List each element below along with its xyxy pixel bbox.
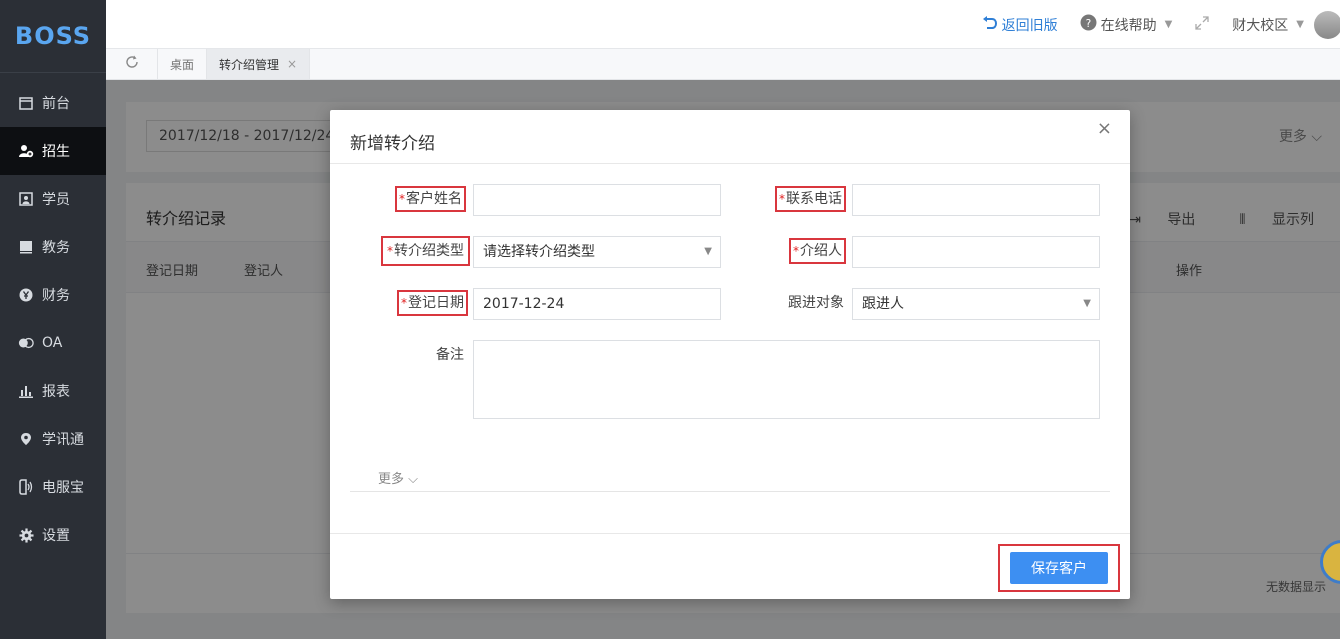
- follow-target-label: 跟进对象: [788, 295, 844, 311]
- sidebar-item-label: OA: [42, 335, 63, 351]
- sidebar-item-xuexuntong[interactable]: 学讯通: [0, 415, 106, 463]
- boss-logo[interactable]: BOSS: [0, 0, 106, 73]
- chevron-down-icon: ▼: [1083, 298, 1091, 309]
- dialog-header: 新增转介绍 ×: [330, 110, 1130, 164]
- online-help-menu[interactable]: ? 在线帮助 ▼: [1080, 14, 1173, 35]
- referral-type-label: *转介绍类型: [381, 236, 470, 266]
- phone-label: *联系电话: [775, 186, 846, 212]
- yen-icon: [18, 287, 34, 303]
- sidebar-item-dianfubao[interactable]: 电服宝: [0, 463, 106, 511]
- sidebar-item-label: 财务: [42, 288, 70, 304]
- phone-icon: [18, 479, 34, 495]
- back-old-version-link[interactable]: 返回旧版: [982, 15, 1058, 35]
- tab-strip: 桌面 转介绍管理 ×: [106, 49, 1340, 80]
- sidebar-item-label: 设置: [42, 528, 70, 544]
- campus-selector[interactable]: 财大校区 ▼: [1232, 15, 1304, 35]
- id-card-icon: [18, 191, 34, 207]
- sidebar-item-label: 前台: [42, 96, 70, 112]
- sidebar-item-reception[interactable]: 前台: [0, 79, 106, 127]
- sidebar-item-label: 学员: [42, 192, 70, 208]
- referrer-input[interactable]: [852, 236, 1100, 268]
- remark-label: 备注: [436, 347, 464, 363]
- referral-type-placeholder: 请选择转介绍类型: [483, 244, 595, 260]
- chevron-down-icon: ▼: [1164, 19, 1173, 30]
- bar-chart-icon: [18, 383, 34, 399]
- book-icon: [18, 239, 34, 255]
- sidebar-item-label: 教务: [42, 240, 70, 256]
- sidebar-item-oa[interactable]: OA: [0, 319, 106, 367]
- tab-desktop[interactable]: 桌面: [158, 49, 208, 79]
- phone-input[interactable]: [852, 184, 1100, 216]
- sidebar-item-enrollment[interactable]: 招生: [0, 127, 106, 175]
- svg-text:?: ?: [1085, 17, 1091, 30]
- close-icon[interactable]: ×: [1097, 118, 1112, 139]
- more-fields-toggle[interactable]: 更多 ⌵: [378, 468, 418, 487]
- customer-name-label: *客户姓名: [395, 186, 466, 212]
- refresh-button[interactable]: [106, 49, 158, 79]
- label-text: 介绍人: [800, 243, 842, 259]
- tab-label: 转介绍管理: [219, 57, 280, 72]
- close-icon[interactable]: ×: [287, 57, 297, 71]
- refresh-icon: [124, 54, 140, 74]
- customer-name-input[interactable]: [473, 184, 721, 216]
- nav-list: 前台 招生 学员 教务 财务 OA 报表 学讯通 电服宝 设置: [0, 73, 106, 559]
- referrer-label: *介绍人: [789, 238, 846, 264]
- online-help-label: 在线帮助: [1100, 17, 1157, 34]
- sidebar-item-students[interactable]: 学员: [0, 175, 106, 223]
- required-mark: *: [387, 244, 393, 258]
- reg-date-input[interactable]: 2017-12-24: [473, 288, 721, 320]
- tab-label: 桌面: [170, 57, 195, 72]
- required-mark: *: [401, 296, 407, 310]
- save-customer-button[interactable]: 保存客户: [1010, 552, 1108, 584]
- sidebar-item-academic[interactable]: 教务: [0, 223, 106, 271]
- sidebar-item-settings[interactable]: 设置: [0, 511, 106, 559]
- top-header: 返回旧版 ? 在线帮助 ▼ 财大校区 ▼: [106, 0, 1340, 49]
- sidebar-item-label: 电服宝: [42, 480, 84, 496]
- dialog-title: 新增转介绍: [350, 134, 435, 154]
- sidebar-item-label: 学讯通: [42, 432, 84, 448]
- chat-icon: [18, 335, 34, 351]
- follow-target-value: 跟进人: [862, 296, 904, 312]
- divider: [350, 491, 1110, 492]
- referral-type-select[interactable]: 请选择转介绍类型 ▼: [473, 236, 721, 268]
- sidebar-item-label: 招生: [42, 144, 70, 160]
- expand-icon: [1194, 15, 1210, 35]
- chevron-down-icon: ▼: [1296, 19, 1304, 30]
- chevron-down-icon: ▼: [704, 246, 712, 257]
- required-mark: *: [779, 192, 785, 206]
- sidebar-item-reports[interactable]: 报表: [0, 367, 106, 415]
- undo-icon: [982, 15, 998, 35]
- label-text: 客户姓名: [406, 191, 462, 207]
- back-old-label: 返回旧版: [1001, 17, 1058, 34]
- sidebar-item-finance[interactable]: 财务: [0, 271, 106, 319]
- required-mark: *: [793, 244, 799, 258]
- help-icon: ?: [1080, 14, 1097, 35]
- dialog-footer: 保存客户: [330, 533, 1130, 599]
- label-text: 登记日期: [408, 295, 464, 311]
- new-referral-dialog: 新增转介绍 × *客户姓名 *联系电话 *转介绍类型 请选择转介绍类型 ▼ *介…: [330, 110, 1130, 599]
- calendar-icon: [18, 95, 34, 111]
- label-text: 联系电话: [786, 191, 842, 207]
- remark-textarea[interactable]: [473, 340, 1100, 419]
- user-add-icon: [18, 143, 34, 159]
- follow-target-select[interactable]: 跟进人 ▼: [852, 288, 1100, 320]
- reg-date-label: *登记日期: [397, 290, 468, 316]
- label-text: 转介绍类型: [394, 243, 464, 259]
- tab-referral-management[interactable]: 转介绍管理 ×: [207, 49, 311, 79]
- location-icon: [18, 431, 34, 447]
- required-mark: *: [399, 192, 405, 206]
- fullscreen-button[interactable]: [1194, 15, 1210, 35]
- sidebar: BOSS 前台 招生 学员 教务 财务 OA 报表 学讯通 电服宝 设置: [0, 0, 106, 639]
- gear-icon: [18, 527, 34, 543]
- avatar[interactable]: [1314, 10, 1340, 39]
- save-highlight: 保存客户: [998, 544, 1120, 592]
- sidebar-item-label: 报表: [42, 384, 70, 400]
- more-label: 更多: [378, 472, 405, 487]
- campus-label: 财大校区: [1232, 17, 1289, 34]
